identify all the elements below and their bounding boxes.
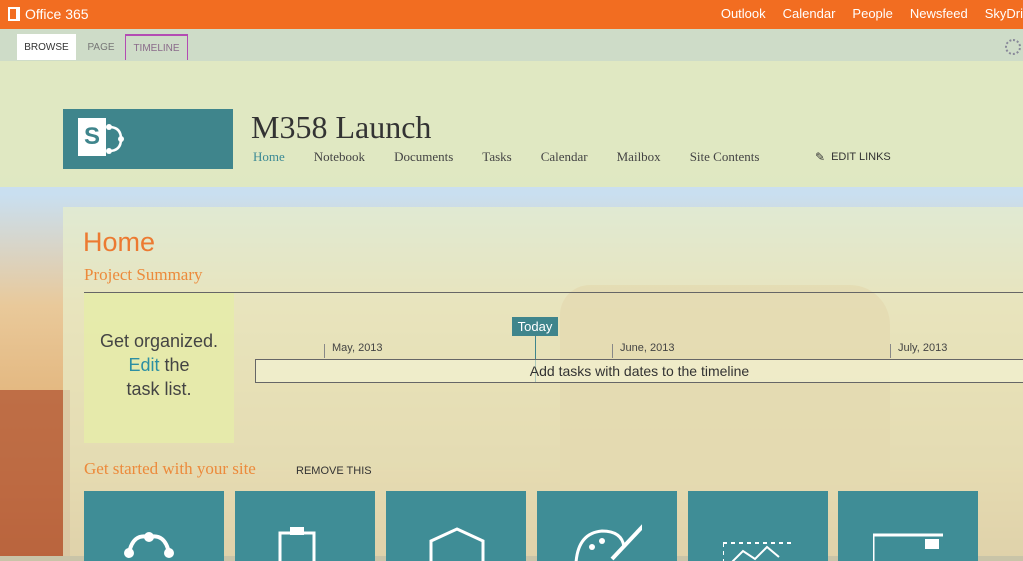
organized-the: the	[159, 355, 190, 375]
suite-nav: Outlook Calendar People Newsfeed SkyDri	[721, 6, 1023, 21]
today-marker: Today	[512, 317, 558, 336]
month-tick	[324, 344, 325, 358]
organized-line3: task list.	[126, 379, 192, 399]
brand-label: Office 365	[25, 6, 89, 22]
page-title: Home	[83, 227, 156, 257]
hexagon-icon	[429, 527, 485, 561]
clipboard-icon	[278, 527, 316, 561]
month-tick	[612, 344, 613, 358]
nav-home[interactable]: Home	[253, 149, 285, 165]
suite-link-newsfeed[interactable]: Newsfeed	[910, 6, 968, 21]
sync-icon[interactable]	[1005, 39, 1021, 55]
get-organized-panel: Get organized. Edit the task list.	[84, 293, 234, 443]
suite-link-people[interactable]: People	[852, 6, 892, 21]
suite-link-outlook[interactable]: Outlook	[721, 6, 766, 21]
site-header: S M358 Launch Home Notebook Documents Ta…	[0, 61, 1023, 187]
sharepoint-logo[interactable]: S	[63, 109, 233, 169]
organized-line1: Get organized.	[99, 331, 219, 351]
tile-share[interactable]	[84, 491, 224, 561]
nav-mailbox[interactable]: Mailbox	[617, 149, 661, 165]
get-started-heading: Get started with your site	[84, 459, 256, 478]
remove-this-link[interactable]: REMOVE THIS	[296, 465, 372, 477]
month-label-june: June, 2013	[620, 342, 675, 354]
month-tick	[890, 344, 891, 358]
suite-link-calendar[interactable]: Calendar	[783, 6, 836, 21]
project-summary-heading: Project Summary	[84, 265, 203, 284]
tile-tasks[interactable]	[235, 491, 375, 561]
office-logo-icon	[8, 7, 20, 21]
tab-timeline[interactable]: TIMELINE	[125, 34, 188, 60]
edit-links-label: EDIT LINKS	[831, 151, 891, 163]
tile-look[interactable]	[537, 491, 677, 561]
suite-link-skydrive[interactable]: SkyDri	[985, 6, 1023, 21]
nav-notebook[interactable]: Notebook	[314, 149, 365, 165]
edit-task-list-link[interactable]: Edit	[128, 355, 159, 375]
tile-image[interactable]	[688, 491, 828, 561]
pencil-icon: ✎	[815, 150, 826, 164]
palette-icon	[574, 524, 642, 561]
tile-apps[interactable]	[386, 491, 526, 561]
tab-page[interactable]: PAGE	[86, 34, 116, 60]
tile-window[interactable]	[838, 491, 978, 561]
suite-bar: Office 365 Outlook Calendar People Newsf…	[0, 0, 1023, 29]
month-label-july: July, 2013	[898, 342, 948, 354]
window-icon	[873, 533, 943, 561]
site-nav: Home Notebook Documents Tasks Calendar M…	[253, 149, 788, 165]
tab-browse[interactable]: BROWSE	[17, 34, 76, 60]
image-icon	[723, 542, 793, 561]
ribbon: BROWSE PAGE TIMELINE	[0, 29, 1023, 61]
share-nodes-icon	[106, 124, 124, 154]
nav-calendar[interactable]: Calendar	[541, 149, 588, 165]
edit-links-button[interactable]: ✎ EDIT LINKS	[815, 150, 891, 164]
site-title[interactable]: M358 Launch	[251, 109, 431, 146]
office365-brand[interactable]: Office 365	[8, 6, 89, 22]
nav-documents[interactable]: Documents	[394, 149, 453, 165]
timeline-bar[interactable]: Add tasks with dates to the timeline	[255, 359, 1023, 383]
month-label-may: May, 2013	[332, 342, 383, 354]
nav-site-contents[interactable]: Site Contents	[690, 149, 760, 165]
main-content: Home Project Summary Get organized. Edit…	[63, 207, 1023, 561]
share-icon	[124, 532, 174, 558]
nav-tasks[interactable]: Tasks	[482, 149, 511, 165]
